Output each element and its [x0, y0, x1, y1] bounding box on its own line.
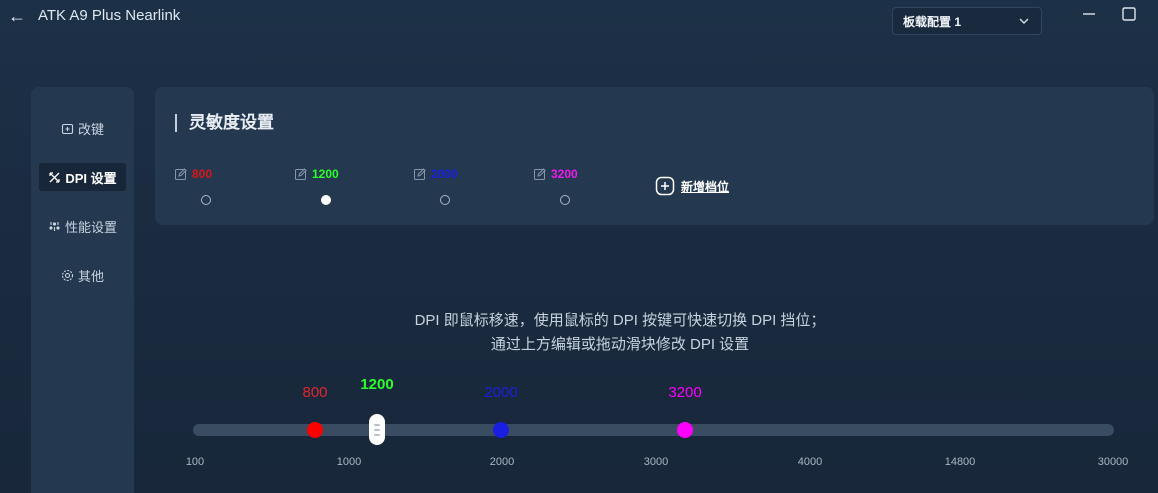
sidebar-item-label: DPI 设置: [65, 170, 117, 186]
slider-marker-label: 800: [302, 384, 328, 401]
dpi-icon: [49, 171, 60, 183]
dpi-stage: 1200: [295, 167, 375, 207]
slider-marker-label: 1200: [360, 376, 394, 393]
slider-marker[interactable]: [307, 422, 323, 438]
sidebar-item-label: 改键: [77, 121, 104, 137]
profile-select-value: 板载配置 1: [903, 14, 962, 29]
dpi-slider-track[interactable]: [193, 424, 1114, 436]
sidebar-item-performance[interactable]: 性能设置: [39, 212, 126, 240]
dpi-stage-value[interactable]: 3200: [551, 167, 578, 181]
description-line: DPI 即鼠标移速，使用鼠标的 DPI 按键可快速切换 DPI 挡位；: [414, 312, 826, 329]
sidebar-item-remap[interactable]: 改键: [39, 114, 126, 142]
dpi-stage-value[interactable]: 1200: [312, 167, 339, 181]
maximize-icon[interactable]: [1120, 5, 1138, 23]
slider-tick-label: 2000: [489, 456, 515, 468]
dpi-stage-radio[interactable]: [440, 195, 450, 205]
slider-marker-label: 2000: [484, 384, 518, 401]
dpi-stage: 3200: [534, 167, 614, 207]
slider-tick-label: 30000: [1097, 456, 1129, 468]
description-line: 通过上方编辑或拖动滑块修改 DPI 设置: [490, 336, 750, 353]
gear-icon: [61, 269, 74, 281]
performance-icon: [49, 221, 60, 231]
dpi-stage-radio[interactable]: [560, 195, 570, 205]
slider-tick-label: 3000: [643, 456, 669, 468]
dpi-stage-radio[interactable]: [321, 195, 331, 205]
slider-tick-label: 14800: [944, 456, 976, 468]
plus-icon: [655, 176, 675, 196]
slider-tick-label: 4000: [797, 456, 823, 468]
dpi-stage-radio[interactable]: [201, 195, 211, 205]
remap-icon: [61, 123, 74, 134]
sidebar-item-label: 性能设置: [64, 219, 117, 235]
add-stage-label: 新增档位: [681, 179, 730, 194]
dpi-stage: 800: [175, 167, 255, 207]
dpi-stage-value[interactable]: 800: [192, 167, 212, 181]
slider-tick-label: 1000: [336, 456, 362, 468]
profile-select[interactable]: 板载配置 1: [892, 7, 1042, 35]
edit-icon[interactable]: [414, 168, 426, 180]
sidebar-item-dpi[interactable]: DPI 设置: [39, 163, 126, 191]
slider-marker-label: 3200: [668, 384, 702, 401]
sidebar: 改键 DPI 设置 性能设置 其他: [31, 87, 134, 493]
title-bar: ← ATK A9 Plus Nearlink 板载配置 1: [0, 0, 1158, 35]
app-title: ATK A9 Plus Nearlink: [38, 7, 181, 24]
dpi-stage: 2000: [414, 167, 494, 207]
chevron-down-icon: [1019, 18, 1029, 24]
minimize-icon[interactable]: [1080, 5, 1098, 23]
edit-icon[interactable]: [534, 168, 546, 180]
edit-icon[interactable]: [175, 168, 187, 180]
slider-marker[interactable]: [493, 422, 509, 438]
slider-tick-label: 100: [185, 456, 205, 468]
add-stage-button[interactable]: 新增档位: [655, 176, 729, 196]
edit-icon[interactable]: [295, 168, 307, 180]
sidebar-item-other[interactable]: 其他: [39, 261, 126, 289]
sidebar-item-label: 其他: [77, 268, 104, 284]
slider-handle[interactable]: [369, 414, 385, 445]
section-title: 灵敏度设置: [175, 114, 274, 132]
dpi-stage-value[interactable]: 2000: [431, 167, 458, 181]
slider-marker[interactable]: [677, 422, 693, 438]
sensitivity-card: 灵敏度设置 800 1200 2000 3200 新增档位: [155, 87, 1154, 225]
back-arrow-icon[interactable]: ←: [6, 5, 28, 27]
